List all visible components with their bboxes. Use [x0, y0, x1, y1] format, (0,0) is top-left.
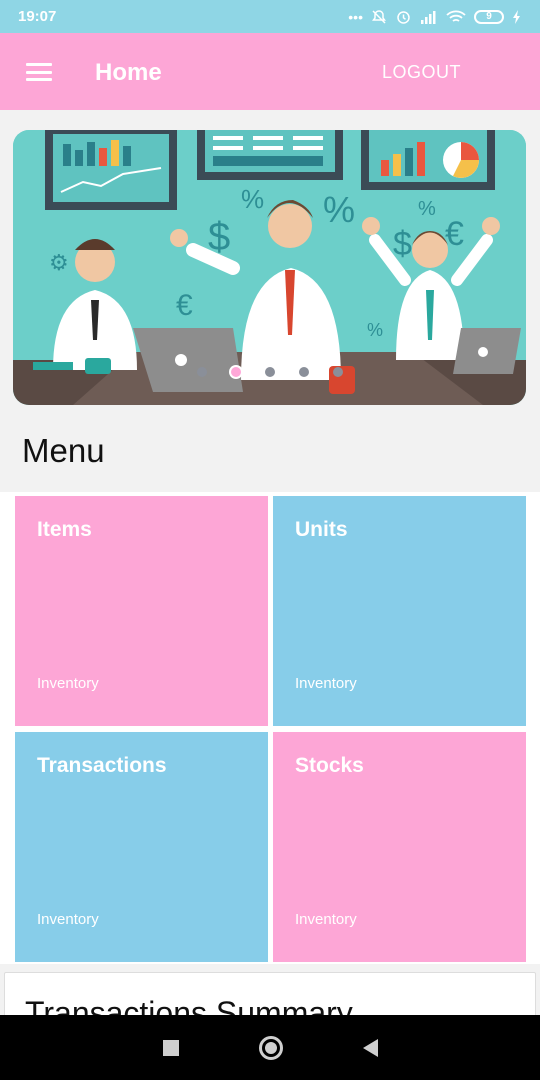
tile-subtitle: Inventory: [295, 675, 357, 692]
office-team-illustration: ⚙ $ % € $ € % % %: [13, 130, 526, 405]
system-nav-bar: [0, 1015, 540, 1080]
alarm-icon: [397, 11, 410, 24]
back-triangle-icon[interactable]: [362, 1038, 378, 1057]
carousel-dot[interactable]: [332, 367, 343, 377]
banner-carousel[interactable]: ⚙ $ % € $ € % % %: [13, 130, 526, 405]
tile-subtitle: Inventory: [295, 911, 357, 928]
tile-title: Stocks: [295, 754, 364, 777]
tile-units[interactable]: Units Inventory: [273, 496, 526, 726]
carousel-dot[interactable]: [196, 367, 207, 377]
carousel-indicator[interactable]: [13, 367, 526, 377]
app-bar: Home LOGOUT: [0, 33, 540, 110]
svg-text:%: %: [367, 320, 383, 340]
tile-title: Items: [37, 518, 92, 541]
carousel-dot[interactable]: [264, 367, 275, 377]
home-circle-icon[interactable]: [258, 1035, 283, 1060]
charging-icon: [513, 9, 520, 24]
logout-button[interactable]: LOGOUT: [382, 62, 461, 83]
svg-text:%: %: [241, 184, 264, 214]
wifi-icon: [446, 10, 466, 22]
menu-heading: Menu: [22, 432, 105, 469]
carousel-dot[interactable]: [298, 367, 309, 377]
carousel-dot[interactable]: [230, 367, 241, 377]
tile-subtitle: Inventory: [37, 911, 99, 928]
tile-transactions[interactable]: Transactions Inventory: [15, 732, 268, 962]
status-time: 19:07: [18, 8, 57, 25]
svg-text:⚙: ⚙: [49, 250, 69, 275]
svg-text:$: $: [393, 225, 412, 263]
tile-items[interactable]: Items Inventory: [15, 496, 268, 726]
svg-text:%: %: [418, 198, 436, 220]
tile-title: Transactions: [37, 754, 167, 777]
battery-icon: 9: [474, 9, 504, 24]
tile-subtitle: Inventory: [37, 675, 99, 692]
svg-text:%: %: [323, 189, 355, 230]
bell-off-icon: [372, 9, 386, 24]
signal-icon: [421, 10, 436, 24]
recents-square-icon[interactable]: [162, 1039, 179, 1056]
tile-stocks[interactable]: Stocks Inventory: [273, 732, 526, 962]
svg-text:€: €: [445, 215, 464, 253]
menu-icon[interactable]: [26, 63, 52, 81]
page-title: Home: [95, 59, 162, 86]
status-icons: ••• 9: [348, 8, 522, 25]
tile-title: Units: [295, 518, 348, 541]
menu-grid: Items Inventory Units Inventory Transact…: [0, 492, 540, 964]
svg-text:€: €: [176, 289, 193, 322]
status-bar: 19:07 ••• 9: [0, 0, 540, 33]
more-dots-icon: •••: [348, 8, 363, 25]
